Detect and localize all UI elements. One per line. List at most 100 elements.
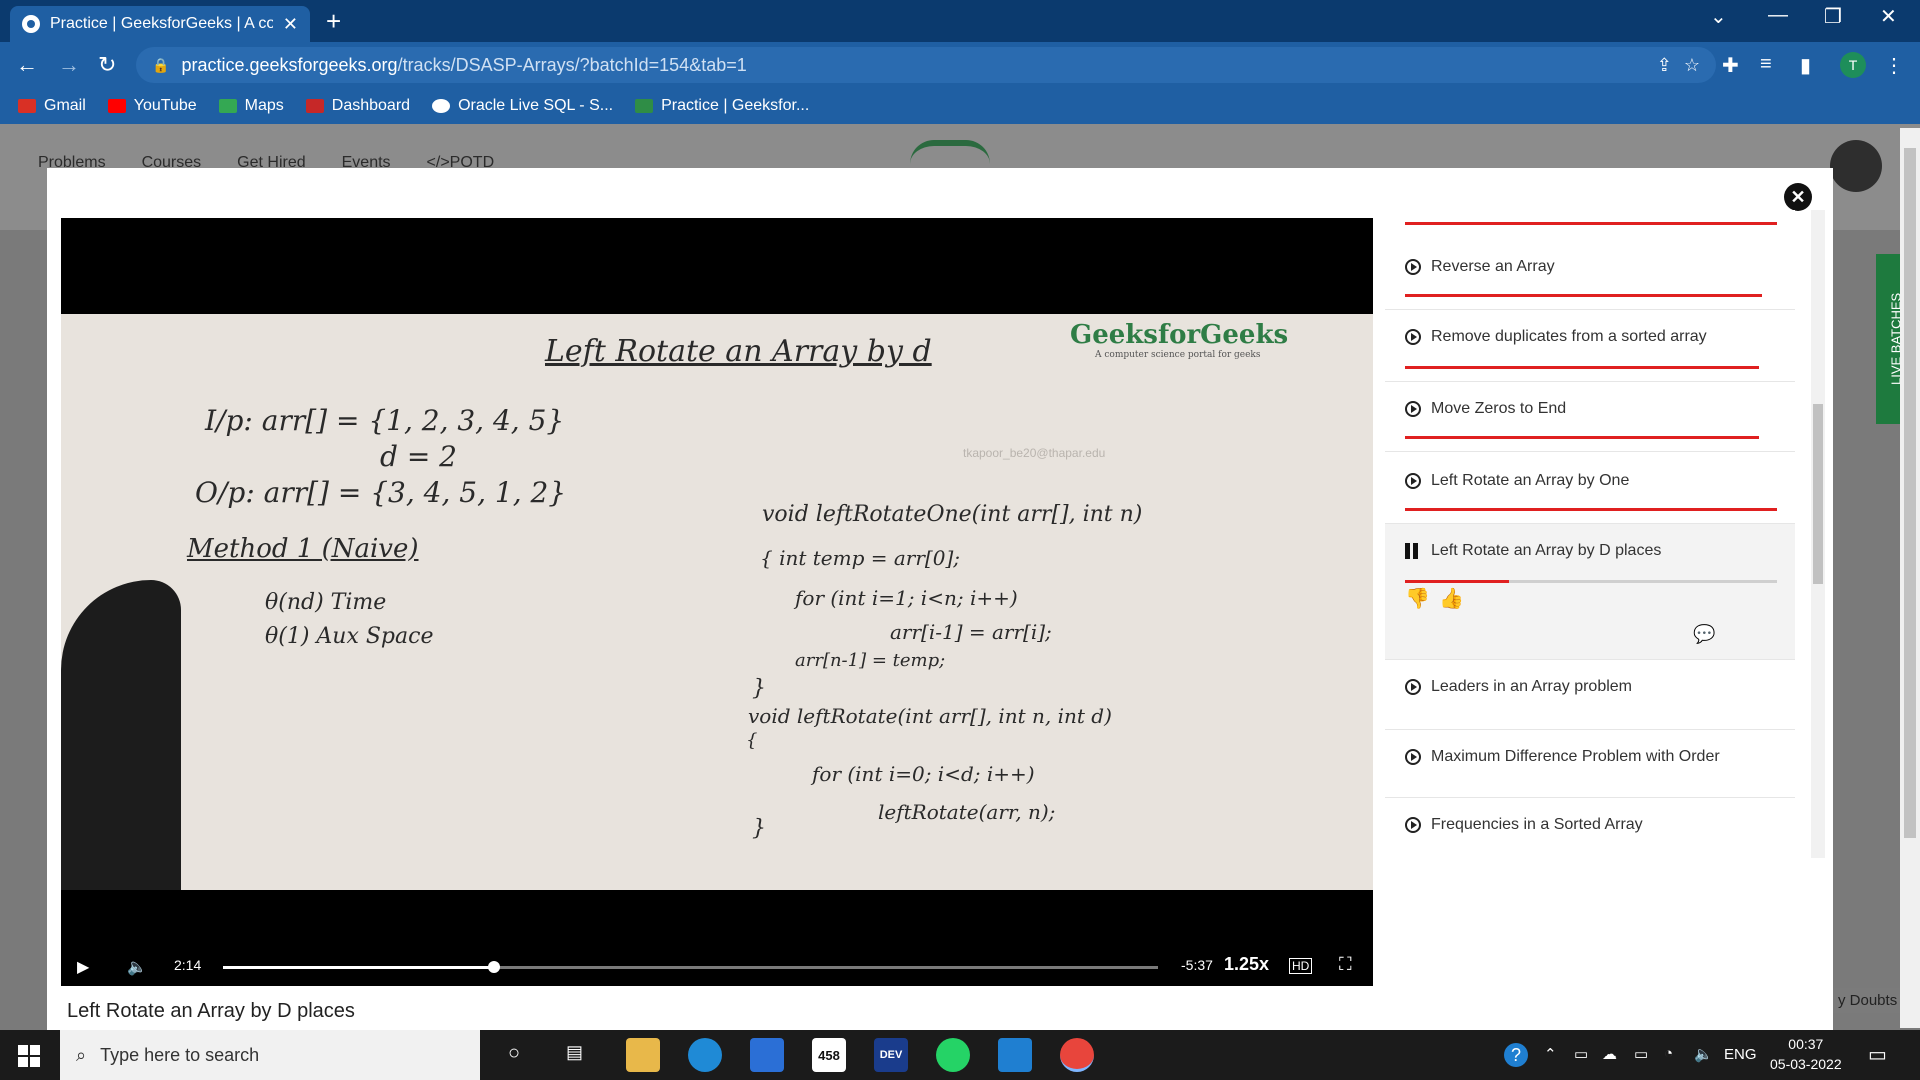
slide-code-7: void leftRotate(int arr[], int n, int d) <box>748 704 1112 728</box>
new-tab-button[interactable]: + <box>326 6 341 37</box>
bookmark-practice[interactable]: Practice | Geeksfor... <box>635 97 809 115</box>
wifi-icon[interactable]: ◔ <box>1664 1045 1673 1062</box>
onedrive-icon[interactable]: ☁ <box>1602 1045 1617 1063</box>
slide-line-output: O/p: arr[] = {3, 4, 5, 1, 2} <box>195 476 567 509</box>
playlist-item[interactable]: Reverse an Array <box>1385 240 1795 310</box>
playlist-item[interactable]: Frequencies in a Sorted Array <box>1385 798 1795 858</box>
playlist-scrollbar[interactable] <box>1811 210 1825 858</box>
playlist-item[interactable]: Remove duplicates from a sorted array <box>1385 310 1795 382</box>
bookmark-youtube[interactable]: YouTube <box>107 97 197 115</box>
playlist-item[interactable]: Move Zeros to End <box>1385 382 1795 452</box>
volume-icon[interactable]: 🔈 <box>127 957 147 977</box>
pause-icon[interactable] <box>1405 543 1421 559</box>
hd-quality-icon[interactable]: HD <box>1289 958 1313 974</box>
bookmark-dashboard[interactable]: Dashboard <box>305 97 410 115</box>
media-icon[interactable]: ≡ <box>1760 53 1772 76</box>
address-bar[interactable]: 🔒 practice.geeksforgeeks.org/tracks/DSAS… <box>136 47 1716 83</box>
whatsapp-icon[interactable] <box>936 1038 970 1072</box>
share-icon[interactable]: ⇪ <box>1657 55 1672 76</box>
gfg-icon <box>635 99 654 113</box>
video-title: Left Rotate an Array by D places <box>67 1000 355 1022</box>
file-explorer-icon[interactable] <box>626 1038 660 1072</box>
slide-line-input: I/p: arr[] = {1, 2, 3, 4, 5} <box>205 404 565 437</box>
reload-icon[interactable]: ↻ <box>98 52 116 78</box>
clock-time: 00:37 <box>1788 1036 1824 1052</box>
chrome-icon[interactable] <box>1060 1038 1094 1072</box>
video-frame[interactable] <box>61 314 1373 890</box>
playback-speed[interactable]: 1.25x <box>1224 954 1269 975</box>
browser-toolbar: ← → ↻ 🔒 practice.geeksforgeeks.org/track… <box>0 42 1920 88</box>
slide-line-d: d = 2 <box>380 440 457 473</box>
globe-icon <box>432 99 451 113</box>
windows-taskbar: ⌕ Type here to search ○ ▤ 458 DEV ? ⌃ ▭ … <box>0 1030 1920 1080</box>
playlist-item[interactable]: Left Rotate an Array by One <box>1385 452 1795 524</box>
slide-code-10: leftRotate(arr, n); <box>878 800 1056 824</box>
chevron-up-icon[interactable]: ⌃ <box>1544 1045 1557 1063</box>
edge-icon[interactable] <box>688 1038 722 1072</box>
notification-icon[interactable]: ▭ <box>1868 1042 1887 1067</box>
bookmark-oracle[interactable]: Oracle Live SQL - S... <box>432 97 613 115</box>
task-view-icon[interactable]: ▤ <box>566 1042 583 1063</box>
playlist-item[interactable]: Maximum Difference Problem with Order <box>1385 730 1795 798</box>
play-circle-icon <box>1405 473 1421 489</box>
devcpp-icon[interactable]: DEV <box>874 1038 908 1072</box>
comment-icon[interactable]: 💬 <box>1693 624 1715 645</box>
dashboard-icon <box>305 99 324 113</box>
page-scrollbar[interactable] <box>1900 128 1920 1028</box>
tab-close-icon[interactable]: ✕ <box>283 14 298 35</box>
minimize-button[interactable]: — <box>1768 4 1788 27</box>
seek-bar-played <box>223 966 494 969</box>
restore-button[interactable]: ❐ <box>1824 4 1842 29</box>
doubts-button[interactable]: y Doubts <box>1830 988 1906 1013</box>
thumbs-up-icon[interactable]: 👍 <box>1439 586 1464 611</box>
windows-start-icon[interactable] <box>18 1045 40 1067</box>
speaker-icon[interactable]: 🔈 <box>1694 1045 1713 1063</box>
remaining-time: -5:37 <box>1181 957 1213 973</box>
vscode-icon[interactable] <box>998 1038 1032 1072</box>
extensions-icon[interactable]: ✚ <box>1722 53 1739 78</box>
bookmark-star-icon[interactable]: ☆ <box>1684 55 1700 76</box>
bookmark-gmail[interactable]: Gmail <box>18 97 86 115</box>
playlist-item-active[interactable]: Left Rotate an Array by D places 👎 👍 💬 <box>1385 524 1795 660</box>
thumbs-down-icon[interactable]: 👎 <box>1405 586 1430 611</box>
fullscreen-icon[interactable]: ⛶ <box>1339 954 1352 975</box>
seek-handle[interactable] <box>488 961 500 973</box>
slide-brand: GeeksforGeeks <box>1070 320 1289 350</box>
lock-icon[interactable]: 🔒 <box>152 57 169 74</box>
close-window-button[interactable]: ✕ <box>1880 4 1897 29</box>
system-clock[interactable]: 00:37 05-03-2022 <box>1770 1034 1842 1074</box>
playlist-item[interactable]: Leaders in an Array problem <box>1385 660 1795 730</box>
cortana-icon[interactable]: ○ <box>508 1042 520 1065</box>
language-indicator[interactable]: ENG <box>1724 1046 1757 1063</box>
slide-code-1: void leftRotateOne(int arr[], int n) <box>762 502 1143 527</box>
play-circle-icon <box>1405 329 1421 345</box>
user-avatar[interactable] <box>1830 140 1882 192</box>
side-panel-icon[interactable]: ▮ <box>1800 53 1811 78</box>
play-circle-icon <box>1405 259 1421 275</box>
slide-code-2: { int temp = arr[0]; <box>760 546 960 570</box>
search-icon: ⌕ <box>76 1044 87 1065</box>
tab-search-icon[interactable]: ⌄ <box>1710 4 1727 29</box>
presenter-figure <box>61 580 181 890</box>
elapsed-time: 2:14 <box>174 957 202 973</box>
item-progress-bar <box>1405 580 1509 583</box>
store-icon[interactable] <box>750 1038 784 1072</box>
close-modal-button[interactable]: ✕ <box>1784 183 1812 211</box>
page-scroll-thumb[interactable] <box>1904 148 1916 838</box>
profile-avatar[interactable]: T <box>1840 52 1866 78</box>
back-icon[interactable]: ← <box>16 52 38 78</box>
menu-icon[interactable]: ⋮ <box>1884 53 1904 78</box>
browser-tab[interactable]: Practice | GeeksforGeeks | A com ✕ <box>10 6 310 42</box>
play-icon[interactable]: ▶ <box>77 957 89 977</box>
playlist-scroll-thumb[interactable] <box>1813 404 1823 584</box>
app-badge-icon[interactable]: 458 <box>812 1038 846 1072</box>
forward-icon[interactable]: → <box>58 52 80 78</box>
slide-code-9: for (int i=0; i<d; i++) <box>812 762 1035 786</box>
meet-icon[interactable]: ▭ <box>1574 1045 1588 1063</box>
taskbar-search[interactable]: ⌕ Type here to search <box>60 1030 480 1080</box>
battery-icon[interactable]: ▭ <box>1634 1045 1648 1063</box>
play-circle-icon <box>1405 749 1421 765</box>
help-icon[interactable]: ? <box>1504 1043 1528 1067</box>
item-progress-bar <box>1405 294 1762 297</box>
bookmark-maps[interactable]: Maps <box>218 97 284 115</box>
